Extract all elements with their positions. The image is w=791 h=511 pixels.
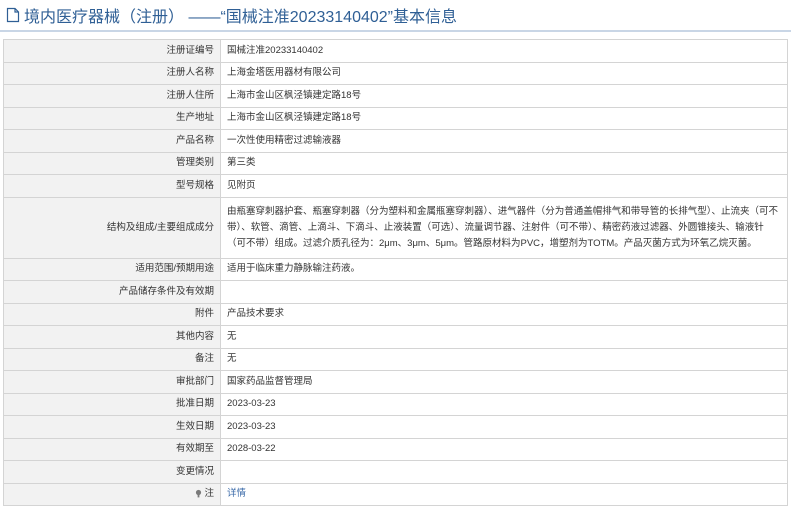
- document-icon: [6, 7, 20, 23]
- table-row: 注册人名称 上海金塔医用器材有限公司: [3, 61, 788, 85]
- row-label: 生效日期: [3, 415, 221, 439]
- table-row: 其他内容 无: [3, 325, 788, 349]
- row-label: 适用范围/预期用途: [3, 257, 221, 281]
- table-row: 产品储存条件及有效期: [3, 280, 788, 304]
- row-value: 2028-03-22: [220, 437, 788, 461]
- table-row: 有效期至 2028-03-22: [3, 437, 788, 461]
- row-label: 产品储存条件及有效期: [3, 280, 221, 304]
- row-label: 注册人名称: [3, 61, 221, 85]
- row-value: 上海市金山区枫泾镇建定路18号: [220, 106, 788, 130]
- row-label: 结构及组成/主要组成成分: [3, 196, 221, 259]
- note-label-cell: 注: [3, 482, 221, 506]
- row-value: 无: [220, 347, 788, 371]
- row-value-cell: 详情: [220, 482, 788, 506]
- row-value: 一次性使用精密过滤输液器: [220, 129, 788, 153]
- note-icon: [196, 490, 202, 498]
- row-label: 型号规格: [3, 174, 221, 198]
- info-table-container: 注册证编号 国械注准20233140402 注册人名称 上海金塔医用器材有限公司…: [3, 39, 788, 506]
- row-value: 上海市金山区枫泾镇建定路18号: [220, 84, 788, 108]
- row-label: 注册证编号: [3, 39, 221, 63]
- row-label: 注: [204, 488, 214, 500]
- table-row: 备注 无: [3, 347, 788, 371]
- table-row: 变更情况: [3, 460, 788, 484]
- row-label: 注册人住所: [3, 84, 221, 108]
- row-label: 备注: [3, 347, 221, 371]
- row-value: [220, 280, 788, 304]
- table-row: 生产地址 上海市金山区枫泾镇建定路18号: [3, 106, 788, 130]
- table-row: 生效日期 2023-03-23: [3, 415, 788, 439]
- page-header: 境内医疗器械（注册） ——“国械注准20233140402”基本信息: [0, 0, 791, 32]
- row-value: 产品技术要求: [220, 302, 788, 326]
- table-row: 型号规格 见附页: [3, 174, 788, 198]
- table-row: 注册证编号 国械注准20233140402: [3, 39, 788, 63]
- row-label: 生产地址: [3, 106, 221, 130]
- info-table: 注册证编号 国械注准20233140402 注册人名称 上海金塔医用器材有限公司…: [3, 39, 788, 506]
- row-label: 附件: [3, 302, 221, 326]
- row-value: [220, 460, 788, 484]
- row-label: 产品名称: [3, 129, 221, 153]
- table-row: 适用范围/预期用途 适用于临床重力静脉输注药液。: [3, 257, 788, 281]
- row-value: 2023-03-23: [220, 415, 788, 439]
- row-value: 无: [220, 325, 788, 349]
- row-label: 变更情况: [3, 460, 221, 484]
- table-row: 注 详情: [3, 482, 788, 506]
- row-value: 由瓶塞穿刺器护套、瓶塞穿刺器（分为塑料和金属瓶塞穿刺器）、进气器件（分为普通盖帽…: [220, 196, 788, 259]
- row-label: 其他内容: [3, 325, 221, 349]
- row-value: 第三类: [220, 151, 788, 175]
- row-label: 管理类别: [3, 151, 221, 175]
- row-label: 批准日期: [3, 392, 221, 416]
- row-label: 审批部门: [3, 370, 221, 394]
- row-value: 国家药品监督管理局: [220, 370, 788, 394]
- row-value: 国械注准20233140402: [220, 39, 788, 63]
- table-row: 附件 产品技术要求: [3, 302, 788, 326]
- table-row: 管理类别 第三类: [3, 151, 788, 175]
- row-value: 见附页: [220, 174, 788, 198]
- row-label: 有效期至: [3, 437, 221, 461]
- table-row: 注册人住所 上海市金山区枫泾镇建定路18号: [3, 84, 788, 108]
- table-row: 产品名称 一次性使用精密过滤输液器: [3, 129, 788, 153]
- table-row: 批准日期 2023-03-23: [3, 392, 788, 416]
- table-row: 结构及组成/主要组成成分 由瓶塞穿刺器护套、瓶塞穿刺器（分为塑料和金属瓶塞穿刺器…: [3, 196, 788, 259]
- details-link[interactable]: 详情: [227, 488, 246, 499]
- page-title: 境内医疗器械（注册） ——“国械注准20233140402”基本信息: [24, 9, 457, 26]
- row-value: 适用于临床重力静脉输注药液。: [220, 257, 788, 281]
- table-row: 审批部门 国家药品监督管理局: [3, 370, 788, 394]
- row-value: 2023-03-23: [220, 392, 788, 416]
- row-value: 上海金塔医用器材有限公司: [220, 61, 788, 85]
